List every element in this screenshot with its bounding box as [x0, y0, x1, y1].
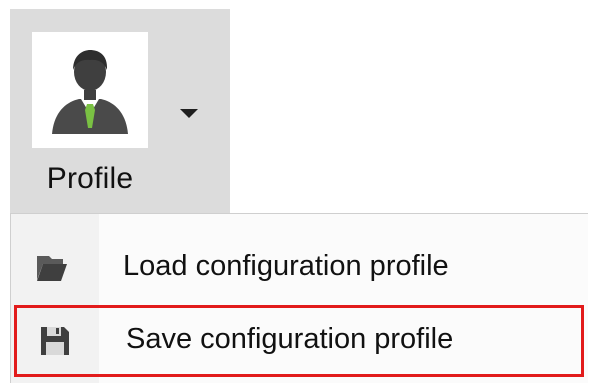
profile-dropdown-menu: Load configuration profile Save configur… [10, 213, 588, 383]
user-profile-icon [32, 32, 148, 148]
menu-item-load-configuration-profile[interactable]: Load configuration profile [11, 232, 589, 302]
menu-item-label: Save configuration profile [126, 323, 454, 355]
menu-item-save-configuration-profile[interactable]: Save configuration profile [14, 305, 584, 377]
profile-button-label: Profile [46, 162, 134, 195]
floppy-disk-icon [37, 323, 73, 359]
profile-split-button[interactable]: Profile [10, 9, 230, 213]
menu-item-label: Load configuration profile [123, 250, 449, 282]
profile-menu-screenshot: Profile Load configuration profile Save … [0, 0, 592, 383]
chevron-down-icon[interactable] [180, 109, 198, 118]
folder-open-icon [33, 250, 69, 286]
